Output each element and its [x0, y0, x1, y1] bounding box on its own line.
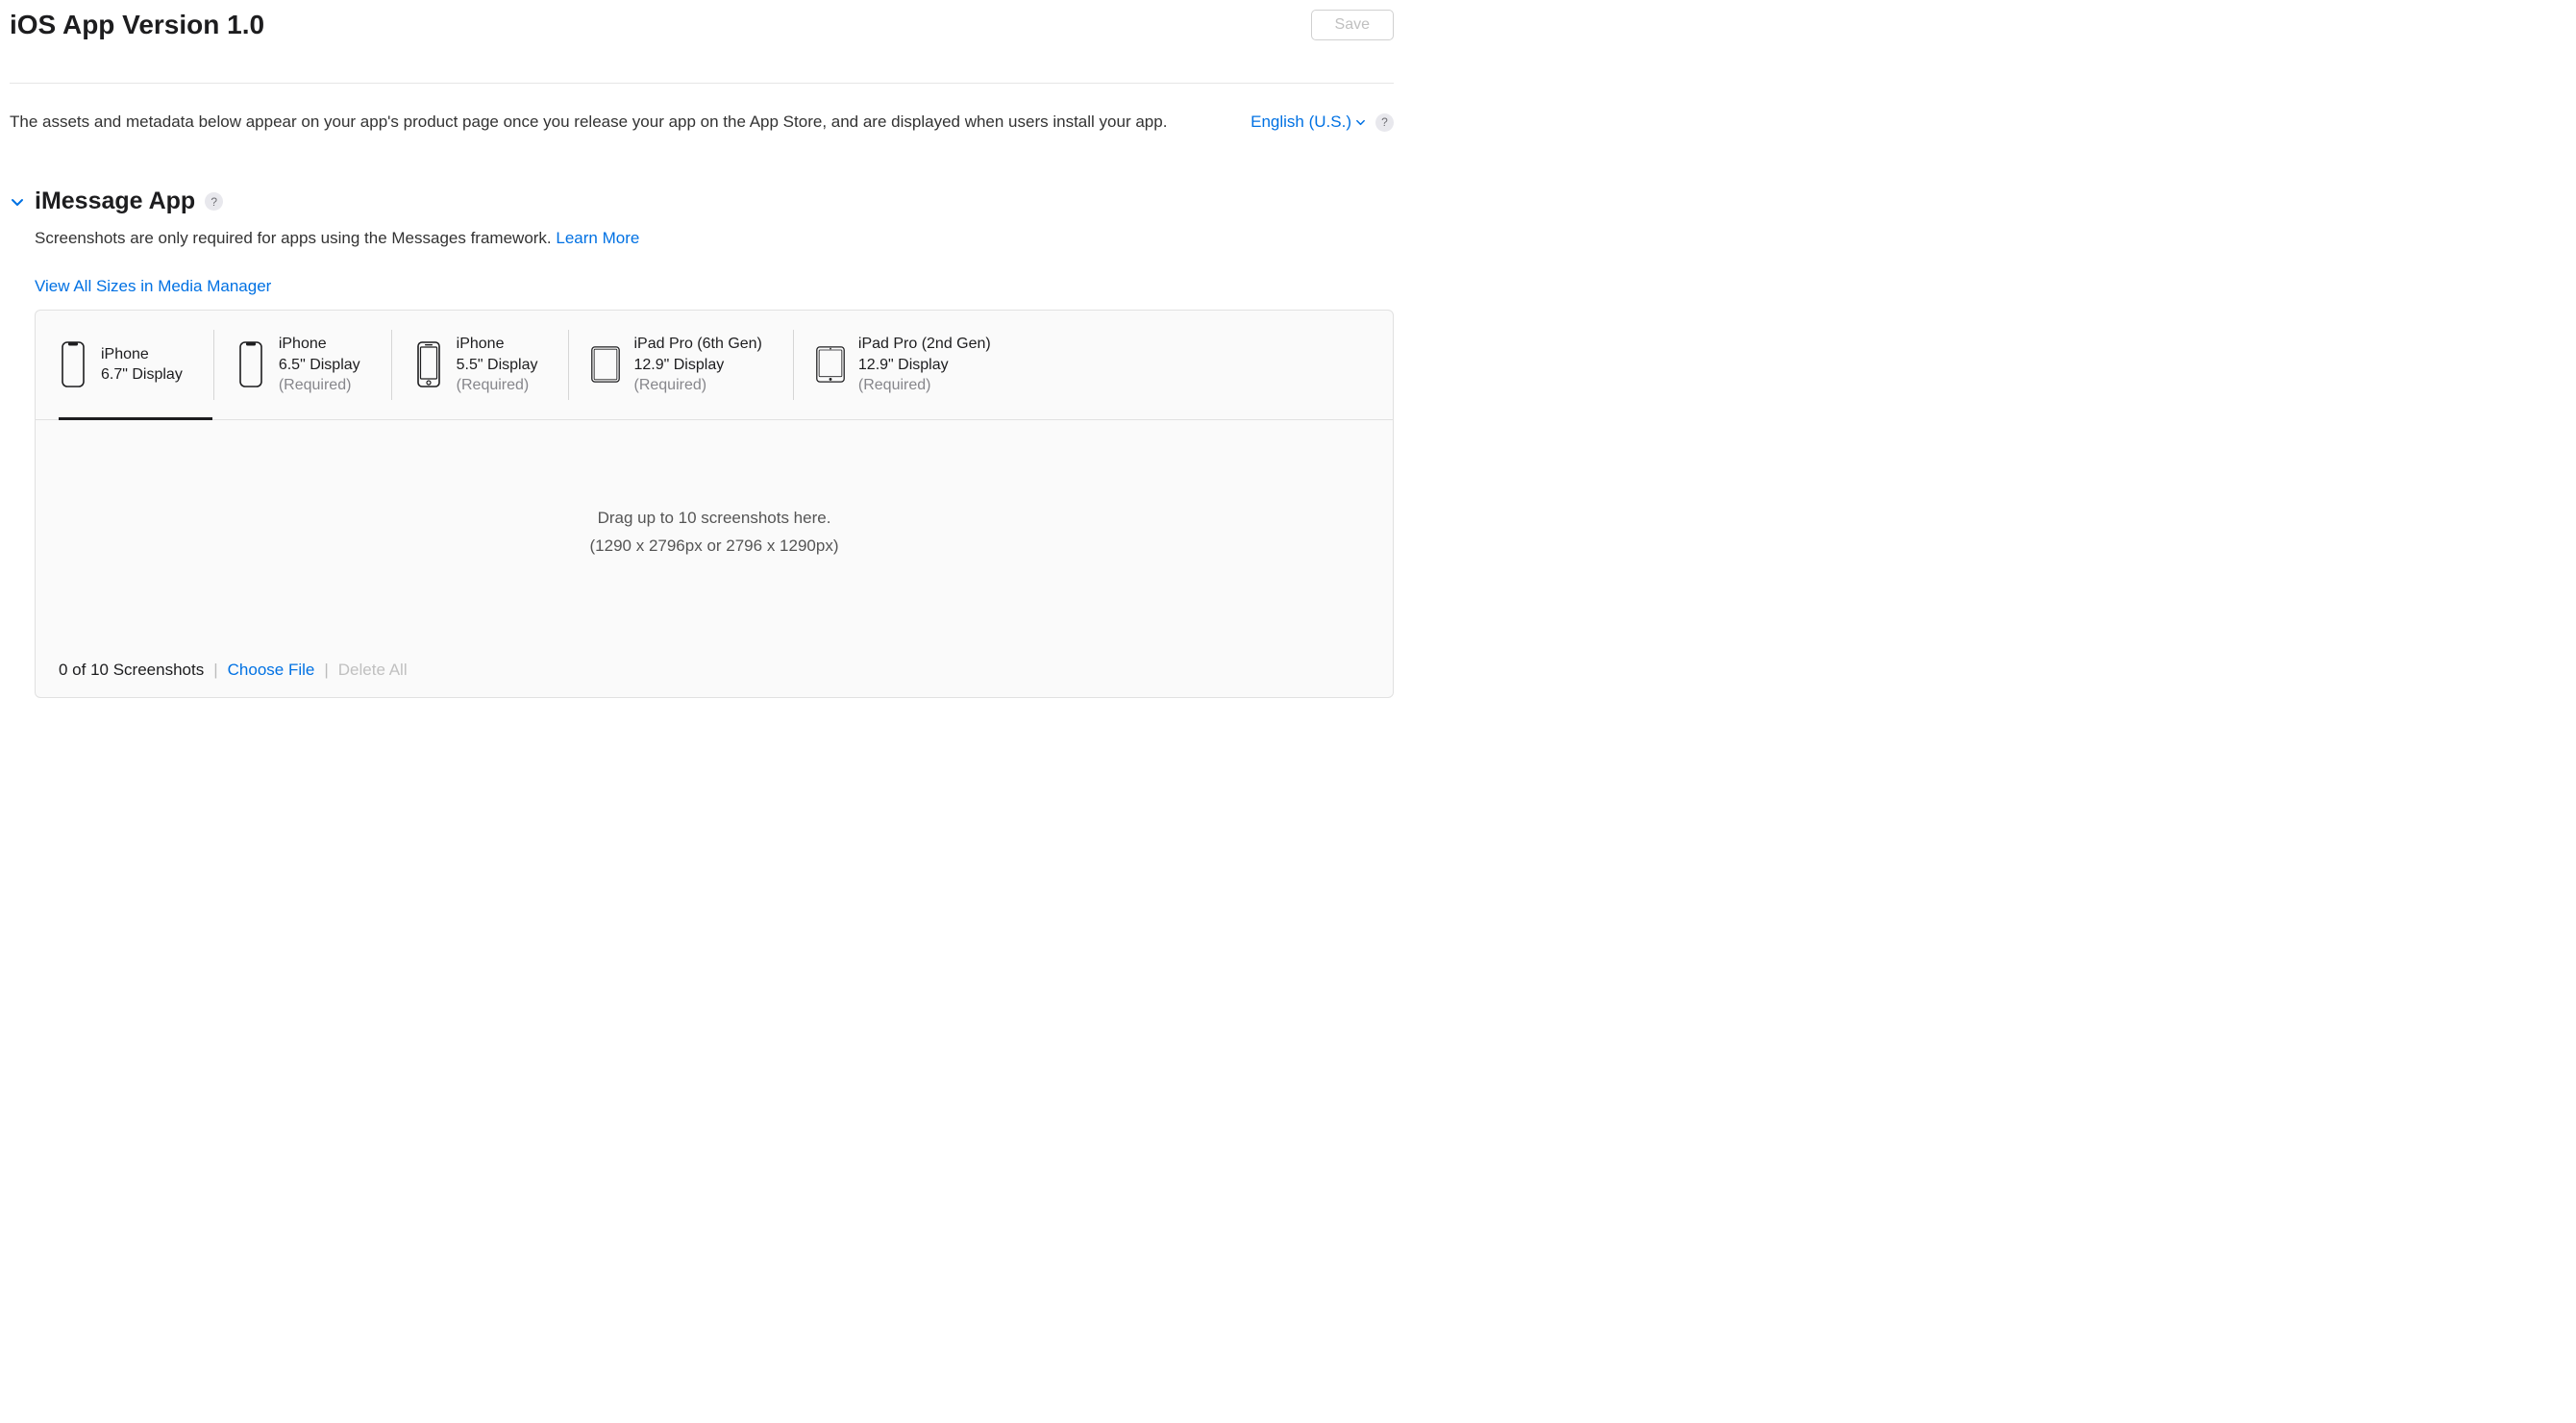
phone-notch-icon: [59, 341, 87, 387]
tab-underline: [36, 419, 1393, 420]
info-text: The assets and metadata below appear on …: [10, 112, 1167, 132]
chevron-down-icon: [1355, 117, 1366, 128]
device-tab-iphone-6-7[interactable]: iPhone 6.7" Display: [59, 326, 213, 419]
dropzone-line-1: Drag up to 10 screenshots here.: [55, 505, 1374, 533]
device-required: (Required): [457, 375, 538, 396]
device-required: (Required): [633, 375, 761, 396]
device-tab-iphone-5-5[interactable]: iPhone 5.5" Display (Required): [414, 326, 569, 419]
separator: |: [324, 661, 328, 680]
device-display: 5.5" Display: [457, 355, 538, 376]
phone-homebutton-icon: [414, 341, 443, 387]
tab-divider: [568, 330, 569, 400]
section-title: iMessage App: [35, 187, 195, 215]
device-tab-iphone-6-5[interactable]: iPhone 6.5" Display (Required): [236, 326, 391, 419]
screenshot-dropzone[interactable]: Drag up to 10 screenshots here. (1290 x …: [36, 420, 1393, 651]
language-select[interactable]: English (U.S.): [1251, 112, 1366, 132]
device-tab-ipad-2gen[interactable]: iPad Pro (2nd Gen) 12.9" Display (Requir…: [816, 326, 1022, 419]
page-title: iOS App Version 1.0: [10, 10, 264, 40]
device-display: 6.5" Display: [279, 355, 360, 376]
save-button[interactable]: Save: [1311, 10, 1394, 40]
expand-chevron-icon[interactable]: [10, 194, 25, 210]
language-label: English (U.S.): [1251, 112, 1351, 132]
device-display: 12.9" Display: [858, 355, 991, 376]
device-required: (Required): [858, 375, 991, 396]
tab-divider: [793, 330, 794, 400]
phone-notch-icon: [236, 341, 265, 387]
learn-more-link[interactable]: Learn More: [556, 229, 639, 247]
device-tab-ipad-6gen[interactable]: iPad Pro (6th Gen) 12.9" Display (Requir…: [591, 326, 792, 419]
active-tab-indicator: [59, 417, 212, 420]
device-required: (Required): [279, 375, 360, 396]
device-name: iPhone: [457, 334, 538, 355]
choose-file-button[interactable]: Choose File: [228, 661, 315, 680]
ipad-homebutton-icon: [816, 341, 845, 387]
help-icon[interactable]: ?: [205, 192, 223, 211]
dropzone-line-2: (1290 x 2796px or 2796 x 1290px): [55, 533, 1374, 561]
device-name: iPad Pro (2nd Gen): [858, 334, 991, 355]
delete-all-button: Delete All: [338, 661, 408, 680]
device-display: 12.9" Display: [633, 355, 761, 376]
device-display: 6.7" Display: [101, 364, 183, 386]
device-tabs: iPhone 6.7" Display iPho: [36, 311, 1393, 419]
device-name: iPhone: [279, 334, 360, 355]
ipad-icon: [591, 341, 620, 387]
screenshot-count: 0 of 10 Screenshots: [59, 661, 204, 680]
device-name: iPhone: [101, 344, 183, 365]
device-name: iPad Pro (6th Gen): [633, 334, 761, 355]
tab-divider: [213, 330, 214, 400]
separator: |: [213, 661, 217, 680]
help-icon[interactable]: ?: [1375, 113, 1394, 132]
section-subtitle: Screenshots are only required for apps u…: [35, 229, 1394, 248]
tab-divider: [391, 330, 392, 400]
view-all-sizes-link[interactable]: View All Sizes in Media Manager: [35, 277, 271, 296]
screenshots-panel: iPhone 6.7" Display iPho: [35, 310, 1394, 698]
